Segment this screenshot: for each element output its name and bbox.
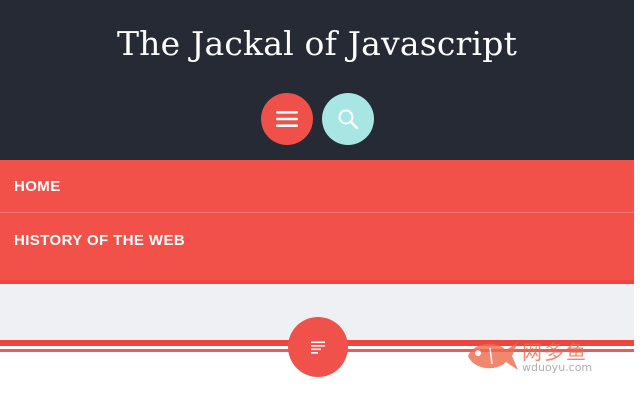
menu-toggle-button[interactable] <box>261 93 313 145</box>
search-icon <box>338 109 359 130</box>
nav-item-label: HOME <box>14 178 61 195</box>
watermark: 网多鱼 wduoyu.com <box>462 334 602 378</box>
text-lines-icon <box>311 341 325 354</box>
hamburger-menu-icon <box>276 111 298 127</box>
nav-item-label: HISTORY OF THE WEB <box>14 232 186 249</box>
main-navigation: HOME HISTORY OF THE WEB <box>0 160 634 280</box>
search-toggle-button[interactable] <box>322 93 374 145</box>
content-toggle-button[interactable] <box>288 317 348 377</box>
scrollbar-track[interactable] <box>634 0 640 400</box>
site-title[interactable]: The Jackal of Javascript <box>0 24 634 63</box>
watermark-url: wduoyu.com <box>522 361 593 374</box>
site-header: The Jackal of Javascript <box>0 0 640 160</box>
nav-item-home[interactable]: HOME <box>0 160 634 213</box>
fish-logo-icon <box>468 342 518 370</box>
nav-item-history-of-the-web[interactable]: HISTORY OF THE WEB <box>0 214 634 267</box>
